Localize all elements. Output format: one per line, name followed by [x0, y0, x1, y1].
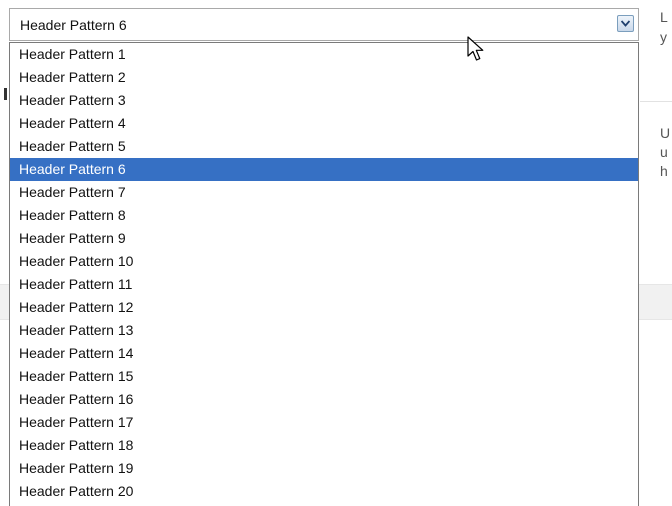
dropdown-option[interactable]: Header Pattern 2: [10, 66, 638, 89]
header-pattern-select[interactable]: Header Pattern 6: [9, 8, 639, 41]
dropdown-option[interactable]: Header Pattern 10: [10, 250, 638, 273]
dropdown-option[interactable]: Header Pattern 5: [10, 135, 638, 158]
dropdown-option[interactable]: Header Pattern 13: [10, 319, 638, 342]
dropdown-option[interactable]: Header Pattern 12: [10, 296, 638, 319]
dropdown-option[interactable]: Header Pattern 4: [10, 112, 638, 135]
dropdown-option[interactable]: Header Pattern 7: [10, 181, 638, 204]
background-label-fragment: [4, 88, 7, 100]
dropdown-option[interactable]: Header Pattern 1: [10, 43, 638, 66]
dropdown-option[interactable]: Header Pattern 14: [10, 342, 638, 365]
dropdown-option[interactable]: Header Pattern 20: [10, 480, 638, 503]
background-divider: [640, 101, 672, 102]
dropdown-option[interactable]: Header Pattern 17: [10, 411, 638, 434]
dropdown-option[interactable]: Header Pattern 18: [10, 434, 638, 457]
mouse-pointer-icon: [467, 36, 484, 61]
side-description-text-1: L: [660, 9, 668, 25]
dropdown-option[interactable]: Header Pattern 15: [10, 365, 638, 388]
dropdown-option[interactable]: Header Pattern 19: [10, 457, 638, 480]
select-current-value: Header Pattern 6: [20, 17, 127, 33]
dropdown-option[interactable]: Header Pattern 11: [10, 273, 638, 296]
dropdown-option[interactable]: Header Pattern 16: [10, 388, 638, 411]
side-description-text-2: y: [660, 29, 667, 45]
dropdown-option[interactable]: Header Pattern 9: [10, 227, 638, 250]
side-description-text-3: U: [660, 125, 671, 141]
dropdown-option[interactable]: Header Pattern 8: [10, 204, 638, 227]
side-description-text-4: u: [660, 144, 668, 160]
page: L y U u h Header Pattern 6 Header Patter…: [0, 0, 672, 506]
side-description-text-5: h: [660, 163, 668, 179]
chevron-down-icon[interactable]: [617, 15, 634, 32]
header-pattern-dropdown-list[interactable]: Header Pattern 1 Header Pattern 2 Header P…: [9, 42, 639, 506]
dropdown-option-selected[interactable]: Header Pattern 6: [10, 158, 638, 181]
dropdown-option[interactable]: Header Pattern 3: [10, 89, 638, 112]
